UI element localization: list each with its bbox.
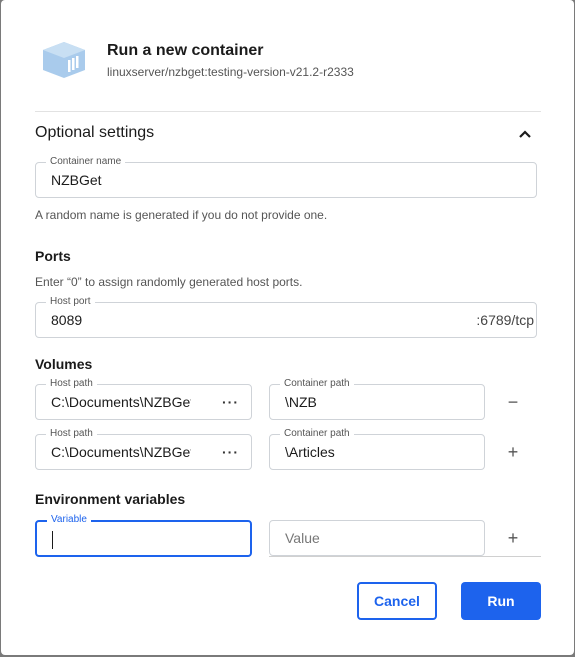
env-heading: Environment variables: [35, 491, 186, 507]
run-button[interactable]: Run: [461, 582, 541, 620]
host-path-field[interactable]: Host path C:\Documents\NZBGet ···: [35, 377, 252, 420]
add-volume-button[interactable]: +: [502, 441, 524, 463]
container-port-suffix: :6789/tcp: [476, 312, 534, 328]
host-port-value: 8089: [51, 312, 83, 328]
container-name-helper: A random name is generated if you do not…: [35, 208, 328, 222]
run-container-dialog: Run a new container linuxserver/nzbget:t…: [1, 0, 574, 655]
volumes-heading: Volumes: [35, 356, 93, 372]
host-port-field[interactable]: Host port 8089 :6789/tcp: [35, 295, 537, 338]
container-path-field[interactable]: Container path \Articles: [269, 427, 485, 470]
text-caret: [52, 531, 53, 549]
chevron-up-icon[interactable]: [515, 124, 535, 144]
variable-label: Variable: [47, 513, 91, 527]
host-path-value: C:\Documents\NZBGet: [51, 394, 191, 410]
dialog-title: Run a new container: [107, 42, 264, 59]
browse-button[interactable]: ···: [222, 385, 239, 419]
optional-settings-heading[interactable]: Optional settings: [35, 124, 154, 142]
variable-input[interactable]: Variable: [35, 513, 252, 557]
add-env-button[interactable]: +: [502, 527, 524, 549]
browse-button[interactable]: ···: [222, 435, 239, 469]
container-logo-icon: [43, 42, 85, 78]
ports-helper: Enter “0” to assign randomly generated h…: [35, 275, 303, 289]
cancel-button[interactable]: Cancel: [357, 582, 437, 620]
ports-heading: Ports: [35, 248, 71, 264]
value-input[interactable]: Value: [269, 520, 485, 556]
container-path-value: \NZB: [285, 394, 317, 410]
container-name-field[interactable]: Container name NZBGet: [35, 155, 537, 198]
divider: [35, 111, 541, 112]
dialog-header: Run a new container linuxserver/nzbget:t…: [1, 0, 574, 112]
container-path-value: \Articles: [285, 444, 335, 460]
image-name: linuxserver/nzbget:testing-version-v21.2…: [107, 65, 354, 79]
value-placeholder: Value: [285, 530, 320, 546]
host-path-field[interactable]: Host path C:\Documents\NZBGet ···: [35, 427, 252, 470]
host-path-value: C:\Documents\NZBGet: [51, 444, 191, 460]
container-name-value: NZBGet: [51, 172, 102, 188]
divider: [269, 556, 541, 557]
container-path-field[interactable]: Container path \NZB: [269, 377, 485, 420]
remove-volume-button[interactable]: −: [502, 391, 524, 413]
